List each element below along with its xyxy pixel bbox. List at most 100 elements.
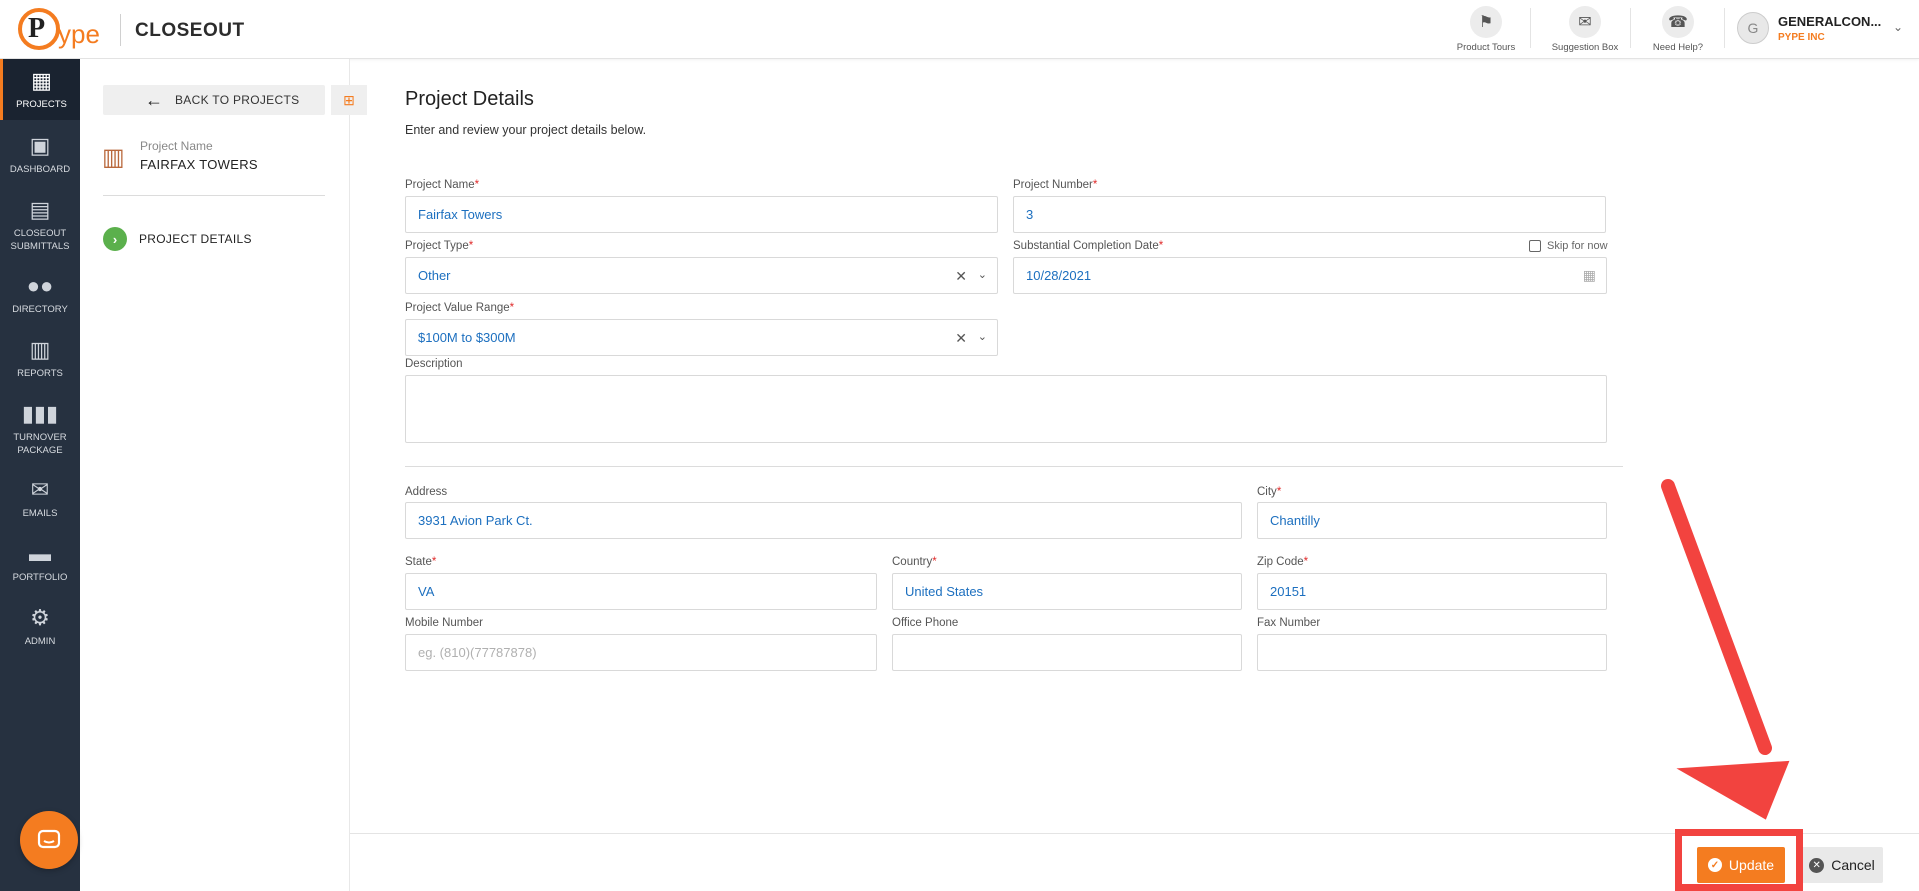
pype-logo[interactable]: P ype xyxy=(18,8,110,50)
sidebar-item-label: EMAILS xyxy=(22,508,58,519)
toolbar-divider xyxy=(1530,8,1531,48)
sidebar-item-closeout-submittals[interactable]: ▤ CLOSEOUT SUBMITTALS xyxy=(0,197,80,259)
value-range-field-label: Project Value Range* xyxy=(405,302,515,314)
signpost-icon: ⚑ xyxy=(1470,6,1502,38)
toolbar-divider xyxy=(1724,8,1725,48)
city-input[interactable]: Chantilly xyxy=(1257,502,1607,539)
suggestion-box-icon: ✉ xyxy=(1569,6,1601,38)
city-field-label: City* xyxy=(1257,486,1282,498)
project-nav-panel: ← BACK TO PROJECTS ⊞ ▥ Project Name FAIR… xyxy=(80,59,367,891)
sidebar-item-label: PORTFOLIO xyxy=(12,572,68,583)
sidebar-item-portfolio[interactable]: ▬ PORTFOLIO xyxy=(0,541,80,596)
sidebar-item-label: DIRECTORY xyxy=(12,304,68,315)
suggestion-box-label: Suggestion Box xyxy=(1551,42,1619,53)
address-input[interactable]: 3931 Avion Park Ct. xyxy=(405,502,1242,539)
skip-for-now-label: Skip for now xyxy=(1547,240,1608,252)
chat-launcher-button[interactable] xyxy=(20,811,78,869)
buildings-icon: ▦ xyxy=(31,68,52,93)
page-title: Project Details xyxy=(405,88,534,110)
avatar: G xyxy=(1737,12,1769,44)
sidebar-item-dashboard[interactable]: ▣ DASHBOARD xyxy=(0,133,80,188)
monitor-icon: ▣ xyxy=(29,133,51,158)
sidebar-item-label: DASHBOARD xyxy=(9,164,71,175)
arrow-left-icon: ← xyxy=(145,89,163,110)
gear-icon: ⚙ xyxy=(30,605,50,630)
project-name-value: FAIRFAX TOWERS xyxy=(140,157,258,172)
back-to-projects-label: BACK TO PROJECTS xyxy=(175,93,300,107)
checkbox-box[interactable] xyxy=(1529,240,1541,252)
description-textarea[interactable] xyxy=(405,375,1607,443)
need-help-label: Need Help? xyxy=(1652,42,1704,53)
completion-date-field-label: Substantial Completion Date* xyxy=(1013,240,1164,252)
user-name: GENERALCON... xyxy=(1778,14,1882,29)
project-name-label: Project Name xyxy=(140,139,213,153)
cancel-button[interactable]: ✕ Cancel xyxy=(1801,847,1883,883)
value-range-value: $100M to $300M xyxy=(418,330,516,345)
briefcase-icon: ▬ xyxy=(29,541,51,566)
sidebar-item-directory[interactable]: ●● DIRECTORY xyxy=(0,273,80,328)
skip-for-now-checkbox[interactable]: Skip for now xyxy=(1529,240,1608,252)
back-to-projects-button[interactable]: ← BACK TO PROJECTS xyxy=(103,85,325,115)
sidebar-item-projects[interactable]: ▦ PROJECTS xyxy=(0,59,80,120)
clear-icon[interactable]: ✕ xyxy=(955,330,967,347)
cancel-label: Cancel xyxy=(1831,857,1875,873)
close-icon: ✕ xyxy=(1809,857,1825,873)
toolbar-divider xyxy=(1630,8,1631,48)
logo-divider xyxy=(120,14,121,46)
completion-date-input[interactable]: 10/28/2021 ▦ xyxy=(1013,257,1607,294)
state-input[interactable]: VA xyxy=(405,573,877,610)
suggestion-box-button[interactable]: ✉ Suggestion Box xyxy=(1545,6,1625,54)
mobile-number-input[interactable]: eg. (810)(77787878) xyxy=(405,634,877,671)
value-range-select[interactable]: $100M to $300M ✕ ⌄ xyxy=(405,319,998,356)
sidebar-item-label: ADMIN xyxy=(24,636,56,647)
phone-help-icon: ☎ xyxy=(1662,6,1694,38)
sidebar-item-label: CLOSEOUT SUBMITTALS xyxy=(10,228,70,252)
project-type-select[interactable]: Other ✕ ⌄ xyxy=(405,257,998,294)
sidebar-item-emails[interactable]: ✉ EMAILS xyxy=(0,477,80,532)
sidebar-item-label: TURNOVER PACKAGE xyxy=(13,432,67,456)
office-phone-input[interactable] xyxy=(892,634,1242,671)
document-list-icon: ▤ xyxy=(29,197,51,222)
zip-code-field-label: Zip Code* xyxy=(1257,556,1309,568)
project-number-field-label: Project Number* xyxy=(1013,179,1098,191)
project-number-input[interactable]: 3 xyxy=(1013,196,1606,233)
description-field-label: Description xyxy=(405,358,463,370)
user-menu[interactable]: G GENERALCON... PYPE INC ⌄ xyxy=(1737,12,1912,46)
completion-date-value: 10/28/2021 xyxy=(1026,268,1092,283)
project-name-input[interactable]: Fairfax Towers xyxy=(405,196,998,233)
project-name-field-label: Project Name* xyxy=(405,179,480,191)
product-tours-button[interactable]: ⚑ Product Tours xyxy=(1446,6,1526,54)
state-field-label: State* xyxy=(405,556,437,568)
chevron-down-icon[interactable]: ⌄ xyxy=(978,330,987,343)
sidebar: ▦ PROJECTS ▣ DASHBOARD ▤ CLOSEOUT SUBMIT… xyxy=(0,59,80,891)
sidebar-item-label: PROJECTS xyxy=(16,99,67,110)
chevron-right-icon: › xyxy=(103,227,127,251)
building-icon: ▥ xyxy=(102,144,125,171)
top-bar: P ype CLOSEOUT ⚑ Product Tours ✉ Suggest… xyxy=(0,0,1919,59)
sidebar-item-turnover-package[interactable]: ▮▮▮ TURNOVER PACKAGE xyxy=(0,401,80,463)
chevron-down-icon[interactable]: ⌄ xyxy=(978,268,987,281)
project-type-value: Other xyxy=(418,268,451,283)
step-project-details[interactable]: › PROJECT DETAILS xyxy=(103,227,252,251)
office-phone-field-label: Office Phone xyxy=(892,617,959,629)
user-org: PYPE INC xyxy=(1778,32,1825,43)
country-input[interactable]: United States xyxy=(892,573,1242,610)
calendar-icon[interactable]: ▦ xyxy=(1583,267,1596,284)
clear-icon[interactable]: ✕ xyxy=(955,268,967,285)
step-label: PROJECT DETAILS xyxy=(139,232,252,246)
need-help-button[interactable]: ☎ Need Help? xyxy=(1638,6,1718,54)
product-tours-label: Product Tours xyxy=(1456,42,1516,53)
annotation-arrow xyxy=(1661,479,1790,820)
annotation-highlight-box xyxy=(1675,829,1803,891)
chat-icon xyxy=(37,829,61,849)
people-icon: ●● xyxy=(26,273,54,298)
address-field-label: Address xyxy=(405,486,448,498)
sidebar-item-reports[interactable]: ▥ REPORTS xyxy=(0,337,80,392)
zip-code-input[interactable]: 20151 xyxy=(1257,573,1607,610)
chevron-down-icon: ⌄ xyxy=(1893,20,1904,34)
sidebar-item-admin[interactable]: ⚙ ADMIN xyxy=(0,605,80,660)
fax-number-input[interactable] xyxy=(1257,634,1607,671)
binders-icon: ▮▮▮ xyxy=(21,401,59,426)
report-chart-icon: ▥ xyxy=(29,337,51,362)
fax-number-field-label: Fax Number xyxy=(1257,617,1321,629)
